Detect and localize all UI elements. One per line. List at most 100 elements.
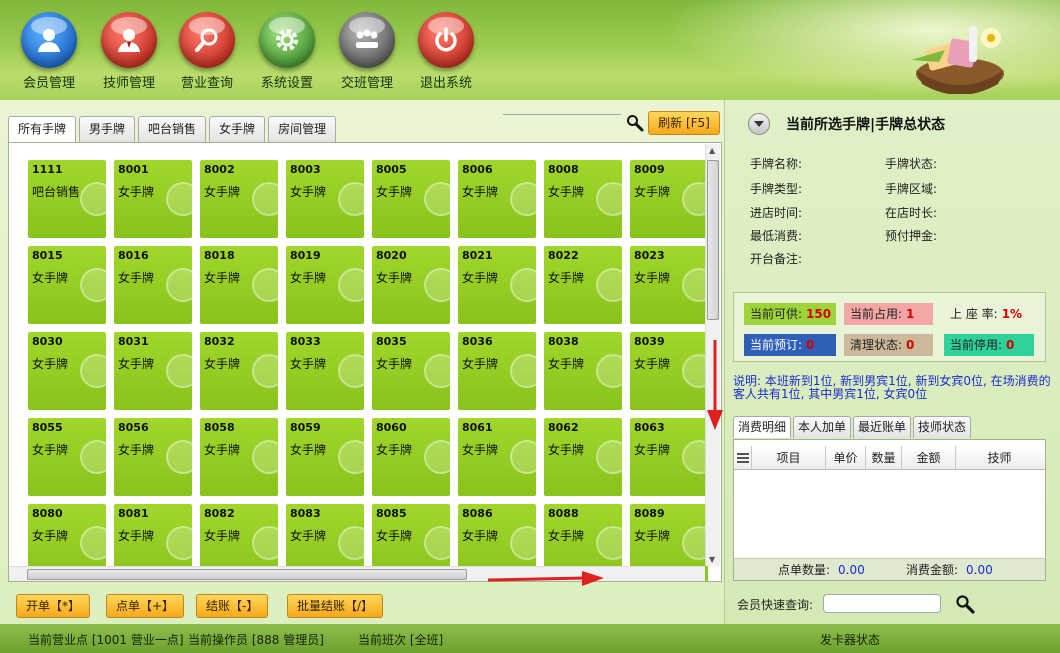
hand-card[interactable]: 8009 女手牌: [630, 160, 708, 238]
column-unit-price[interactable]: 单价: [826, 446, 866, 470]
card-number: 8063: [634, 421, 665, 434]
hand-card[interactable]: 1111 吧台销售: [28, 160, 106, 238]
tab-room-management[interactable]: 房间管理: [268, 116, 337, 142]
hand-card[interactable]: 8016 女手牌: [114, 246, 192, 324]
cleaning-count: 0: [906, 338, 915, 352]
member-query-input[interactable]: [823, 594, 941, 613]
power-icon: [418, 12, 474, 68]
card-type: 女手牌: [634, 443, 671, 457]
hand-card[interactable]: 8033 女手牌: [286, 332, 364, 410]
hand-card[interactable]: 8019 女手牌: [286, 246, 364, 324]
card-type: 女手牌: [204, 357, 241, 371]
tab-technician-status[interactable]: 技师状态: [913, 416, 972, 438]
card-watermark-icon: [80, 526, 106, 560]
hand-card[interactable]: 8039 女手牌: [630, 332, 708, 410]
card-type: 女手牌: [204, 185, 241, 199]
card-watermark-icon: [166, 268, 192, 302]
hand-card[interactable]: 8031 女手牌: [114, 332, 192, 410]
card-type: 女手牌: [290, 185, 327, 199]
card-type: 女手牌: [204, 529, 241, 543]
hand-card[interactable]: 8022 女手牌: [544, 246, 622, 324]
tab-bar-sales[interactable]: 吧台销售: [138, 116, 207, 142]
hand-card[interactable]: 8023 女手牌: [630, 246, 708, 324]
status-panel-header: 当前所选手牌|手牌总状态: [748, 111, 945, 137]
refresh-button[interactable]: 刷新 [F5]: [648, 111, 720, 135]
horizontal-scroll-thumb[interactable]: [27, 569, 467, 580]
exit-system-button[interactable]: 退出系统: [413, 12, 479, 92]
card-number: 8018: [204, 249, 235, 262]
column-menu-icon[interactable]: [734, 446, 752, 470]
tab-my-add-order[interactable]: 本人加单: [793, 416, 852, 438]
hand-card[interactable]: 8002 女手牌: [200, 160, 278, 238]
column-technician[interactable]: 技师: [956, 446, 1043, 470]
hand-card[interactable]: 8061 女手牌: [458, 418, 536, 496]
order-count-value: 0.00: [838, 563, 865, 577]
column-item[interactable]: 项目: [752, 446, 826, 470]
card-watermark-icon: [252, 182, 278, 216]
card-type: 女手牌: [376, 185, 413, 199]
card-watermark-icon: [424, 526, 450, 560]
hand-card[interactable]: 8003 女手牌: [286, 160, 364, 238]
tab-female-cards[interactable]: 女手牌: [209, 116, 266, 142]
card-number: 1111: [32, 163, 63, 176]
hand-card[interactable]: 8063 女手牌: [630, 418, 708, 496]
hand-card[interactable]: 8038 女手牌: [544, 332, 622, 410]
checkout-button[interactable]: 结账【-】: [196, 594, 269, 618]
occupied-stat: 当前占用: 1: [844, 303, 933, 325]
reserved-stat: 当前预订: 0: [744, 334, 836, 356]
card-watermark-icon: [510, 268, 536, 302]
hand-card[interactable]: 8018 女手牌: [200, 246, 278, 324]
vertical-scroll-thumb[interactable]: [707, 160, 719, 320]
hand-card[interactable]: 8001 女手牌: [114, 160, 192, 238]
tab-consumption-detail[interactable]: 消费明细: [733, 416, 792, 438]
add-order-button[interactable]: 点单【+】: [106, 594, 185, 618]
business-query-button[interactable]: 营业查询: [174, 12, 240, 92]
toolbar-label: 营业查询: [180, 76, 233, 91]
card-type: 女手牌: [204, 271, 241, 285]
open-order-button[interactable]: 开单【*】: [16, 594, 91, 618]
system-settings-button[interactable]: 系统设置: [254, 12, 320, 92]
hand-card[interactable]: 8020 女手牌: [372, 246, 450, 324]
tab-recent-bills[interactable]: 最近账单: [853, 416, 912, 438]
hand-card[interactable]: 8060 女手牌: [372, 418, 450, 496]
column-amount[interactable]: 金额: [902, 446, 956, 470]
status-bar: 当前营业点 [1001 营业一点] 当前操作员 [888 管理员] 当前班次 […: [0, 624, 1060, 653]
search-icon[interactable]: [955, 594, 975, 614]
hand-card[interactable]: 8015 女手牌: [28, 246, 106, 324]
hand-card[interactable]: 8005 女手牌: [372, 160, 450, 238]
chevron-down-icon[interactable]: [748, 113, 770, 135]
card-watermark-icon: [424, 182, 450, 216]
card-grid-panel: 1111 吧台销售 8001 女手牌 8002 女手牌 8003 女手牌 8005 女手牌 8006…: [8, 142, 722, 582]
hand-card[interactable]: 8062 女手牌: [544, 418, 622, 496]
tab-all-cards[interactable]: 所有手牌: [8, 116, 77, 143]
batch-checkout-button[interactable]: 批量结账【/】: [287, 594, 384, 618]
hand-card[interactable]: 8032 女手牌: [200, 332, 278, 410]
tab-male-cards[interactable]: 男手牌: [79, 116, 136, 142]
hand-card[interactable]: 8058 女手牌: [200, 418, 278, 496]
scroll-down-arrow-icon[interactable]: ▼: [709, 555, 715, 564]
member-management-button[interactable]: 会员管理: [16, 12, 82, 92]
hand-card[interactable]: 8036 女手牌: [458, 332, 536, 410]
hand-card[interactable]: 8056 女手牌: [114, 418, 192, 496]
toolbar-label: 系统设置: [260, 76, 313, 91]
hand-card[interactable]: 8021 女手牌: [458, 246, 536, 324]
card-search-field[interactable]: [503, 114, 621, 118]
hand-card[interactable]: 8059 女手牌: [286, 418, 364, 496]
card-number: 8038: [548, 335, 579, 348]
search-icon[interactable]: [626, 114, 644, 132]
scroll-up-arrow-icon[interactable]: ▲: [709, 146, 715, 155]
card-number: 8062: [548, 421, 579, 434]
column-quantity[interactable]: 数量: [866, 446, 902, 470]
card-type: 吧台销售: [32, 185, 81, 199]
hand-card[interactable]: 8006 女手牌: [458, 160, 536, 238]
hand-card[interactable]: 8035 女手牌: [372, 332, 450, 410]
hand-card[interactable]: 8030 女手牌: [28, 332, 106, 410]
hand-card[interactable]: 8055 女手牌: [28, 418, 106, 496]
card-type: 女手牌: [634, 185, 671, 199]
handover-management-button[interactable]: 交班管理: [334, 12, 400, 92]
card-number: 8035: [376, 335, 407, 348]
hand-card[interactable]: 8008 女手牌: [544, 160, 622, 238]
card-number: 8060: [376, 421, 407, 434]
technician-management-button[interactable]: 技师管理: [96, 12, 162, 92]
card-type: 女手牌: [118, 357, 155, 371]
